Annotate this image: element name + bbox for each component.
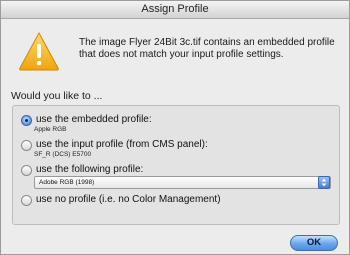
profile-select-value: Adobe RGB (1998) xyxy=(39,179,95,186)
radio-embedded-profile[interactable] xyxy=(21,115,32,126)
select-arrows-icon[interactable] xyxy=(318,176,330,189)
assign-profile-dialog: Assign Profile The image Flyer 24Bit 3c.… xyxy=(0,0,350,255)
radio-no-profile[interactable] xyxy=(21,195,32,206)
updown-arrows-icon xyxy=(321,178,327,187)
radio-input-profile[interactable] xyxy=(21,140,32,151)
option-no-profile-label: use no profile (i.e. no Color Management… xyxy=(36,194,221,205)
window-title: Assign Profile xyxy=(141,3,209,15)
option-no-profile[interactable]: use no profile (i.e. no Color Management… xyxy=(21,194,221,206)
option-input-profile-label: use the input profile (from CMS panel): xyxy=(36,139,208,150)
option-embedded-profile[interactable]: use the embedded profile: xyxy=(21,114,152,126)
option-following-profile-label: use the following profile: xyxy=(36,164,144,175)
radio-following-profile[interactable] xyxy=(21,165,32,176)
embedded-profile-name: Apple RGB xyxy=(34,126,67,133)
option-input-profile[interactable]: use the input profile (from CMS panel): xyxy=(21,139,208,151)
warning-triangle-icon xyxy=(19,31,59,71)
profile-select[interactable]: Adobe RGB (1998) xyxy=(34,176,331,189)
dialog-message: The image Flyer 24Bit 3c.tif contains an… xyxy=(79,37,335,60)
input-profile-name: SF_R (DCS) E5700 xyxy=(34,151,92,158)
profile-options-group: use the embedded profile: Apple RGB use … xyxy=(12,105,340,225)
option-following-profile[interactable]: use the following profile: xyxy=(21,164,143,176)
window-titlebar[interactable]: Assign Profile xyxy=(1,1,349,19)
options-prompt: Would you like to ... xyxy=(11,90,103,102)
option-embedded-profile-label: use the embedded profile: xyxy=(36,114,152,125)
ok-button[interactable]: OK xyxy=(290,235,338,251)
